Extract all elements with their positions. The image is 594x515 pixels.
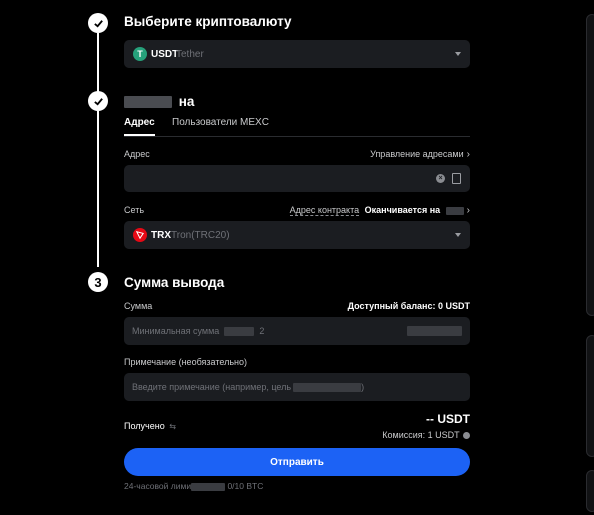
crypto-select[interactable]: T USDT Tether: [124, 40, 470, 68]
submit-button[interactable]: Отправить: [124, 448, 470, 476]
tether-icon: T: [133, 47, 147, 61]
daily-limit: 24-часовой лими 0/10 BTC: [124, 481, 263, 491]
note-placeholder-text: Введите примечание (например, цель: [132, 382, 292, 392]
network-name: Tron(TRC20): [171, 230, 230, 241]
network-symbol: TRX: [151, 230, 171, 241]
manage-addresses-link[interactable]: Управление адресами ›: [370, 149, 470, 160]
network-meta: Адрес контракта Оканчивается на ›: [289, 205, 470, 216]
address-label: Адрес: [124, 149, 150, 159]
step-connector-2: [97, 111, 99, 267]
address-input[interactable]: ×: [124, 165, 470, 192]
redacted-text: [223, 327, 254, 337]
amount-placeholder: Минимальная сумма 2: [132, 326, 265, 337]
note-placeholder: Введите примечание (например, цель): [132, 382, 365, 393]
step-2-title: на: [124, 94, 194, 109]
tabs-divider: [124, 136, 470, 137]
address-book-icon[interactable]: [452, 173, 461, 184]
step-3-number: 3: [88, 272, 108, 292]
crypto-name: Tether: [176, 49, 204, 60]
fee-label: Комиссия: 1 USDT: [382, 430, 460, 440]
amount-placeholder-text: Минимальная сумма: [132, 326, 220, 336]
chevron-right-icon[interactable]: ›: [467, 205, 470, 216]
fee-text: Комиссия: 1 USDT: [382, 430, 470, 440]
daily-limit-label: 24-часовой лими: [124, 481, 192, 491]
chevron-down-icon: [455, 52, 461, 56]
chevron-right-icon: ›: [466, 149, 470, 160]
network-label: Сеть: [124, 205, 145, 215]
redacted-text: [293, 383, 362, 393]
info-icon: ⇆: [169, 422, 176, 431]
redacted-text: [124, 96, 172, 109]
note-placeholder-suffix: ): [361, 382, 365, 392]
side-panel-top: [586, 14, 594, 316]
received-label-text: Получено: [124, 421, 165, 431]
manage-addresses-text: Управление адресами: [370, 149, 464, 159]
amount-input[interactable]: Минимальная сумма 2: [124, 317, 470, 345]
ends-with-label: Оканчивается на: [364, 205, 441, 215]
side-panel-bottom: [586, 470, 594, 512]
clear-icon[interactable]: ×: [436, 174, 445, 183]
received-value: -- USDT: [426, 412, 470, 426]
step-connector-1: [97, 33, 99, 92]
received-label: Получено ⇆: [124, 421, 176, 431]
tab-mexc-users[interactable]: Пользователи MEXC: [172, 117, 269, 128]
available-balance: Доступный баланс: 0 USDT: [347, 301, 470, 311]
amount-min-value: 2: [259, 326, 265, 336]
note-input[interactable]: Введите примечание (например, цель): [124, 373, 470, 401]
tab-address[interactable]: Адрес: [124, 117, 155, 136]
contract-address-link[interactable]: Адрес контракта: [289, 205, 360, 216]
redacted-contract: [445, 206, 464, 215]
step-3-title: Сумма вывода: [124, 275, 225, 290]
network-select[interactable]: TRX Tron(TRC20): [124, 221, 470, 249]
side-panel-middle: [586, 335, 594, 457]
question-icon[interactable]: [463, 432, 470, 440]
crypto-symbol: USDT: [151, 49, 179, 60]
chevron-down-icon: [455, 233, 461, 237]
step-1-check-icon: [88, 13, 108, 33]
step-2-check-icon: [88, 91, 108, 111]
redacted-text: [191, 482, 226, 491]
daily-limit-value: 0/10 BTC: [227, 481, 264, 491]
tron-icon: [133, 228, 147, 242]
redacted-max-button[interactable]: [407, 326, 462, 336]
note-label: Примечание (необязательно): [124, 357, 247, 367]
step-2-title-text: на: [178, 94, 195, 109]
submit-button-label: Отправить: [270, 456, 324, 468]
step-1-title: Выберите криптовалюту: [124, 14, 292, 29]
amount-label: Сумма: [124, 301, 153, 311]
